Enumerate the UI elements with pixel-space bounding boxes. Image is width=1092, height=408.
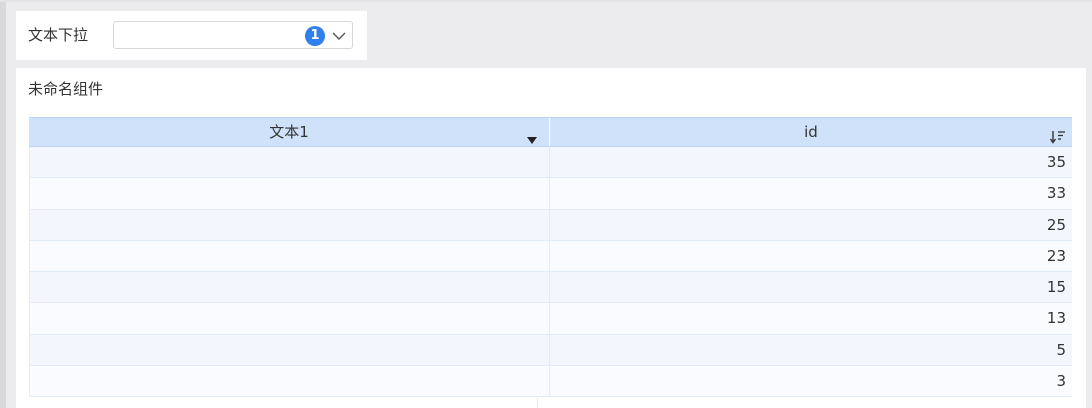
column-header-label: id <box>804 123 818 141</box>
table-row[interactable]: 5 <box>29 334 1072 367</box>
column-divider-tail <box>537 398 538 408</box>
cell-text1 <box>29 366 550 397</box>
cell-text1 <box>29 178 550 209</box>
table-row[interactable]: 13 <box>29 303 1072 335</box>
table-row[interactable]: 3 <box>29 366 1072 398</box>
filter-label: 文本下拉 <box>28 26 89 44</box>
filter-caret-icon[interactable] <box>527 127 537 144</box>
cell-id: 13 <box>1046 309 1066 328</box>
text-dropdown-select[interactable]: 1 <box>113 21 353 49</box>
data-table: 文本1 id 35 33 25 23 15 13 5 3 <box>29 117 1072 398</box>
selected-count-badge: 1 <box>305 26 325 46</box>
left-edge-strip <box>0 0 6 408</box>
panel-title: 未命名组件 <box>28 80 104 98</box>
column-header-label: 文本1 <box>269 123 309 141</box>
column-header-text1[interactable]: 文本1 <box>29 118 550 146</box>
table-row[interactable]: 33 <box>29 178 1072 210</box>
table-header-row: 文本1 id <box>29 117 1072 147</box>
cell-id: 35 <box>1046 153 1066 171</box>
cell-id: 15 <box>1046 278 1066 297</box>
cell-id: 25 <box>1046 215 1066 234</box>
cell-id: 23 <box>1046 246 1066 265</box>
top-divider <box>0 0 1092 2</box>
unnamed-component-panel: 未命名组件 文本1 id 35 33 25 23 15 13 5 3 <box>16 68 1086 408</box>
cell-text1 <box>29 303 550 334</box>
cell-text1 <box>29 334 550 366</box>
cell-text1 <box>29 147 550 178</box>
cell-id: 3 <box>1056 372 1066 391</box>
column-header-id[interactable]: id <box>550 118 1072 146</box>
cell-id: 5 <box>1056 340 1066 359</box>
cell-text1 <box>29 240 550 272</box>
cell-text1 <box>29 209 550 240</box>
table-row[interactable]: 35 <box>29 147 1072 179</box>
cell-id: 33 <box>1046 184 1066 203</box>
table-row[interactable]: 25 <box>29 209 1072 241</box>
table-row[interactable]: 23 <box>29 240 1072 273</box>
chevron-down-icon[interactable] <box>332 28 346 42</box>
sort-descending-icon[interactable] <box>1049 125 1066 144</box>
table-row[interactable]: 15 <box>29 272 1072 304</box>
text-dropdown-filter: 文本下拉 1 <box>16 11 367 60</box>
cell-text1 <box>29 272 550 303</box>
